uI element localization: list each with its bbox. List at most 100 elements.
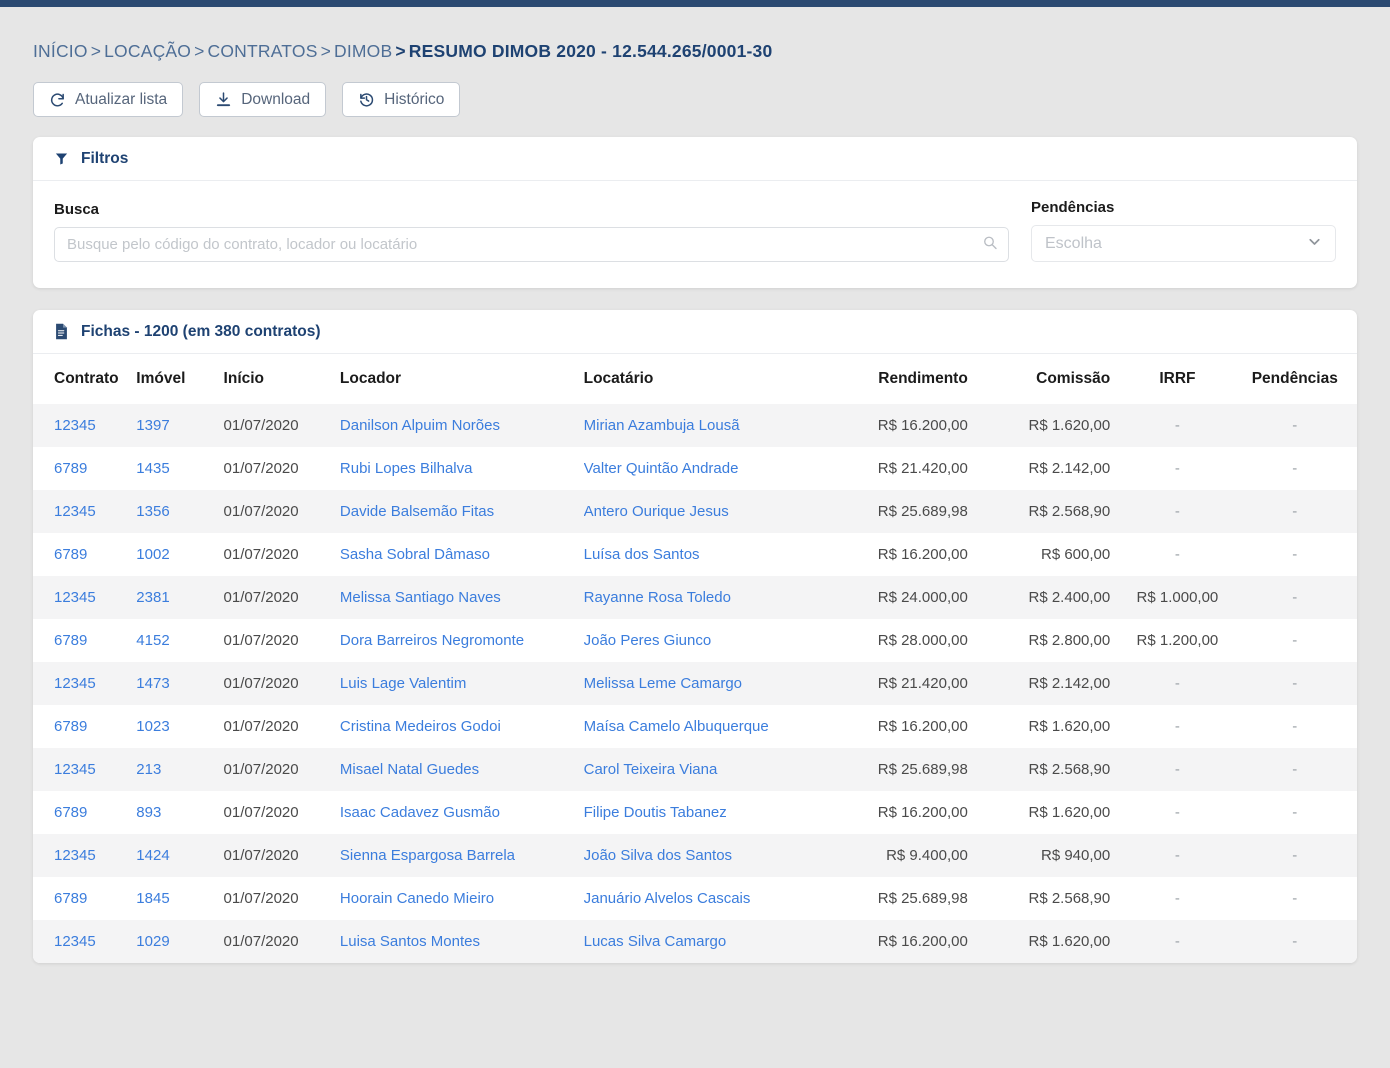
cell-imovel[interactable]: 213 xyxy=(136,748,223,791)
cell-rendimento: R$ 16.200,00 xyxy=(827,705,979,748)
cell-locador[interactable]: Misael Natal Guedes xyxy=(340,748,584,791)
cell-locador[interactable]: Sienna Espargosa Barrela xyxy=(340,834,584,877)
cell-contrato[interactable]: 12345 xyxy=(33,404,136,447)
cell-imovel[interactable]: 1356 xyxy=(136,490,223,533)
cell-imovel[interactable]: 1002 xyxy=(136,533,223,576)
column-header-comissao[interactable]: Comissão xyxy=(980,354,1122,404)
cell-contrato[interactable]: 6789 xyxy=(33,447,136,490)
cell-locador[interactable]: Luisa Santos Montes xyxy=(340,920,584,963)
cell-irrf: - xyxy=(1122,834,1232,877)
breadcrumb-separator: > xyxy=(88,41,104,61)
table-row[interactable]: 6789184501/07/2020Hoorain Canedo MieiroJ… xyxy=(33,877,1357,920)
cell-contrato[interactable]: 6789 xyxy=(33,705,136,748)
cell-contrato[interactable]: 12345 xyxy=(33,576,136,619)
cell-locador[interactable]: Danilson Alpuim Norões xyxy=(340,404,584,447)
column-header-locatario[interactable]: Locatário xyxy=(584,354,828,404)
column-header-imovel[interactable]: Imóvel xyxy=(136,354,223,404)
cell-contrato[interactable]: 12345 xyxy=(33,920,136,963)
column-header-locador[interactable]: Locador xyxy=(340,354,584,404)
search-input[interactable] xyxy=(54,227,1009,262)
table-row[interactable]: 6789100201/07/2020Sasha Sobral DâmasoLuí… xyxy=(33,533,1357,576)
filters-title: Filtros xyxy=(81,150,128,168)
cell-imovel[interactable]: 1424 xyxy=(136,834,223,877)
cell-contrato[interactable]: 6789 xyxy=(33,619,136,662)
cell-imovel[interactable]: 2381 xyxy=(136,576,223,619)
cell-locador[interactable]: Melissa Santiago Naves xyxy=(340,576,584,619)
cell-contrato[interactable]: 12345 xyxy=(33,490,136,533)
cell-imovel[interactable]: 1473 xyxy=(136,662,223,705)
breadcrumb-item-inicio[interactable]: INÍCIO xyxy=(33,41,88,61)
cell-comissao: R$ 600,00 xyxy=(980,533,1122,576)
cell-contrato[interactable]: 12345 xyxy=(33,662,136,705)
table-row[interactable]: 12345135601/07/2020Davide Balsemão Fitas… xyxy=(33,490,1357,533)
table-row[interactable]: 1234521301/07/2020Misael Natal GuedesCar… xyxy=(33,748,1357,791)
cell-imovel[interactable]: 1435 xyxy=(136,447,223,490)
cell-locatario[interactable]: João Peres Giunco xyxy=(584,619,828,662)
cell-rendimento: R$ 16.200,00 xyxy=(827,791,979,834)
cell-locatario[interactable]: Mirian Azambuja Lousã xyxy=(584,404,828,447)
cell-locatario[interactable]: Lucas Silva Camargo xyxy=(584,920,828,963)
cell-comissao: R$ 1.620,00 xyxy=(980,705,1122,748)
top-accent-bar xyxy=(0,0,1390,7)
download-label: Download xyxy=(241,91,310,109)
column-header-irrf[interactable]: IRRF xyxy=(1122,354,1232,404)
history-button[interactable]: Histórico xyxy=(342,82,460,117)
cell-inicio: 01/07/2020 xyxy=(224,619,340,662)
cell-imovel[interactable]: 893 xyxy=(136,791,223,834)
chevron-down-icon xyxy=(1306,233,1323,255)
cell-contrato[interactable]: 12345 xyxy=(33,834,136,877)
cell-comissao: R$ 2.568,90 xyxy=(980,490,1122,533)
cell-locatario[interactable]: Luísa dos Santos xyxy=(584,533,828,576)
cell-irrf: R$ 1.000,00 xyxy=(1122,576,1232,619)
cell-locador[interactable]: Sasha Sobral Dâmaso xyxy=(340,533,584,576)
cell-locador[interactable]: Rubi Lopes Bilhalva xyxy=(340,447,584,490)
table-row[interactable]: 6789415201/07/2020Dora Barreiros Negromo… xyxy=(33,619,1357,662)
cell-locador[interactable]: Isaac Cadavez Gusmão xyxy=(340,791,584,834)
cell-locatario[interactable]: Januário Alvelos Cascais xyxy=(584,877,828,920)
cell-locatario[interactable]: Filipe Doutis Tabanez xyxy=(584,791,828,834)
cell-locatario[interactable]: Carol Teixeira Viana xyxy=(584,748,828,791)
column-header-inicio[interactable]: Início xyxy=(224,354,340,404)
table-row[interactable]: 12345238101/07/2020Melissa Santiago Nave… xyxy=(33,576,1357,619)
download-button[interactable]: Download xyxy=(199,82,326,117)
cell-imovel[interactable]: 1029 xyxy=(136,920,223,963)
table-header-row: Contrato Imóvel Início Locador Locatário… xyxy=(33,354,1357,404)
column-header-pendencias[interactable]: Pendências xyxy=(1233,354,1357,404)
table-row[interactable]: 12345102901/07/2020Luisa Santos MontesLu… xyxy=(33,920,1357,963)
cell-irrf: - xyxy=(1122,791,1232,834)
cell-rendimento: R$ 25.689,98 xyxy=(827,490,979,533)
column-header-rendimento[interactable]: Rendimento xyxy=(827,354,979,404)
action-toolbar: Atualizar lista Download Histórico xyxy=(33,82,1357,117)
cell-locatario[interactable]: Maísa Camelo Albuquerque xyxy=(584,705,828,748)
table-row[interactable]: 6789143501/07/2020Rubi Lopes BilhalvaVal… xyxy=(33,447,1357,490)
breadcrumb-item-locacao[interactable]: LOCAÇÃO xyxy=(104,41,191,61)
table-row[interactable]: 678989301/07/2020Isaac Cadavez GusmãoFil… xyxy=(33,791,1357,834)
cell-locador[interactable]: Davide Balsemão Fitas xyxy=(340,490,584,533)
cell-locador[interactable]: Dora Barreiros Negromonte xyxy=(340,619,584,662)
cell-locatario[interactable]: Rayanne Rosa Toledo xyxy=(584,576,828,619)
pendencias-select[interactable]: Escolha xyxy=(1031,225,1336,262)
cell-locatario[interactable]: Antero Ourique Jesus xyxy=(584,490,828,533)
cell-contrato[interactable]: 6789 xyxy=(33,533,136,576)
cell-contrato[interactable]: 6789 xyxy=(33,791,136,834)
table-row[interactable]: 12345147301/07/2020Luis Lage ValentimMel… xyxy=(33,662,1357,705)
cell-locador[interactable]: Cristina Medeiros Godoi xyxy=(340,705,584,748)
cell-locatario[interactable]: João Silva dos Santos xyxy=(584,834,828,877)
cell-locador[interactable]: Hoorain Canedo Mieiro xyxy=(340,877,584,920)
breadcrumb-item-dimob[interactable]: DIMOB xyxy=(334,41,392,61)
cell-contrato[interactable]: 6789 xyxy=(33,877,136,920)
column-header-contrato[interactable]: Contrato xyxy=(33,354,136,404)
cell-imovel[interactable]: 1397 xyxy=(136,404,223,447)
cell-locatario[interactable]: Valter Quintão Andrade xyxy=(584,447,828,490)
cell-locador[interactable]: Luis Lage Valentim xyxy=(340,662,584,705)
cell-imovel[interactable]: 1845 xyxy=(136,877,223,920)
table-row[interactable]: 12345139701/07/2020Danilson Alpuim Norõe… xyxy=(33,404,1357,447)
cell-contrato[interactable]: 12345 xyxy=(33,748,136,791)
refresh-list-button[interactable]: Atualizar lista xyxy=(33,82,183,117)
cell-locatario[interactable]: Melissa Leme Camargo xyxy=(584,662,828,705)
cell-imovel[interactable]: 4152 xyxy=(136,619,223,662)
breadcrumb-item-contratos[interactable]: CONTRATOS xyxy=(208,41,318,61)
cell-imovel[interactable]: 1023 xyxy=(136,705,223,748)
table-row[interactable]: 12345142401/07/2020Sienna Espargosa Barr… xyxy=(33,834,1357,877)
table-row[interactable]: 6789102301/07/2020Cristina Medeiros Godo… xyxy=(33,705,1357,748)
